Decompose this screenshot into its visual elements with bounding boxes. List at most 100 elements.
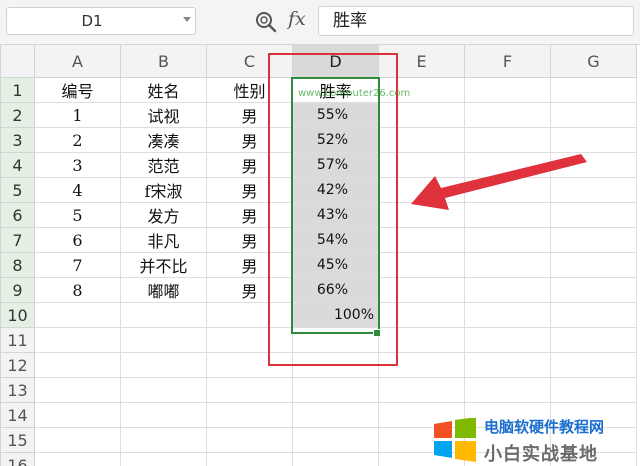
cell[interactable]	[378, 377, 465, 403]
row-header[interactable]: 8	[0, 252, 35, 278]
cell[interactable]	[550, 252, 637, 278]
cell[interactable]	[464, 277, 551, 303]
cell[interactable]	[34, 327, 121, 353]
cell[interactable]	[464, 102, 551, 128]
cell[interactable]	[206, 377, 293, 403]
cell[interactable]	[378, 277, 465, 303]
cell[interactable]	[550, 177, 637, 203]
cell[interactable]	[550, 202, 637, 228]
row-header[interactable]: 1	[0, 77, 35, 103]
cell[interactable]	[378, 102, 465, 128]
row-header[interactable]: 7	[0, 227, 35, 253]
row-header[interactable]: 5	[0, 177, 35, 203]
cell[interactable]	[550, 227, 637, 253]
cell[interactable]	[550, 377, 637, 403]
row-header[interactable]: 10	[0, 302, 35, 328]
column-header-g[interactable]: G	[550, 44, 637, 78]
name-box[interactable]: D1	[6, 7, 196, 35]
chevron-down-icon[interactable]	[183, 17, 191, 22]
row-header[interactable]: 13	[0, 377, 35, 403]
cell[interactable]	[464, 177, 551, 203]
cell-a9[interactable]: 8	[34, 277, 121, 303]
column-header-e[interactable]: E	[378, 44, 465, 78]
select-all-corner[interactable]	[0, 44, 35, 78]
cell-a4[interactable]: 3	[34, 152, 121, 178]
cell[interactable]	[464, 327, 551, 353]
cell[interactable]	[464, 127, 551, 153]
column-header-d[interactable]: D	[292, 44, 379, 78]
cell-b9[interactable]: 嘟嘟	[120, 277, 207, 303]
cell[interactable]	[378, 127, 465, 153]
row-header[interactable]: 4	[0, 152, 35, 178]
column-header-b[interactable]: B	[120, 44, 207, 78]
cell-f1[interactable]	[464, 77, 551, 103]
cell[interactable]	[120, 402, 207, 428]
fill-handle[interactable]	[373, 329, 381, 337]
cell[interactable]	[464, 227, 551, 253]
column-header-f[interactable]: F	[464, 44, 551, 78]
cell[interactable]	[206, 327, 293, 353]
row-header[interactable]: 16	[0, 452, 35, 466]
cell[interactable]	[550, 352, 637, 378]
cell-d5[interactable]: 42%	[292, 177, 379, 203]
cell-d4[interactable]: 57%	[292, 152, 379, 178]
cell[interactable]	[206, 427, 293, 453]
cell-a7[interactable]: 6	[34, 227, 121, 253]
cell[interactable]	[292, 427, 379, 453]
cell[interactable]	[378, 152, 465, 178]
cell-a6[interactable]: 5	[34, 202, 121, 228]
cell[interactable]	[292, 377, 379, 403]
cell[interactable]	[378, 302, 465, 328]
magnifier-icon[interactable]	[254, 10, 278, 34]
row-header[interactable]: 3	[0, 127, 35, 153]
cell[interactable]	[464, 152, 551, 178]
fx-icon[interactable]: fx	[288, 8, 306, 30]
cell-a8[interactable]: 7	[34, 252, 121, 278]
cell-g1[interactable]	[550, 77, 637, 103]
cell[interactable]	[464, 352, 551, 378]
cell[interactable]	[550, 277, 637, 303]
column-header-c[interactable]: C	[206, 44, 293, 78]
cell[interactable]	[206, 452, 293, 466]
cell-d10[interactable]: 100%	[292, 302, 379, 328]
cell-d9[interactable]: 66%	[292, 277, 379, 303]
cell-c7[interactable]: 男	[206, 227, 293, 253]
cell[interactable]	[464, 202, 551, 228]
cell[interactable]	[34, 352, 121, 378]
cell[interactable]	[378, 177, 465, 203]
cell[interactable]	[464, 377, 551, 403]
cell[interactable]	[378, 352, 465, 378]
cell-b4[interactable]: 范范	[120, 152, 207, 178]
cell-a2[interactable]: 1	[34, 102, 121, 128]
cell[interactable]	[550, 102, 637, 128]
cell[interactable]	[34, 402, 121, 428]
row-header[interactable]: 11	[0, 327, 35, 353]
row-header[interactable]: 14	[0, 402, 35, 428]
cell-a1[interactable]: 编号	[34, 77, 121, 103]
cell-b3[interactable]: 凑凑	[120, 127, 207, 153]
formula-input[interactable]: 胜率	[318, 6, 634, 36]
cell-b1[interactable]: 姓名	[120, 77, 207, 103]
cell-b7[interactable]: 非凡	[120, 227, 207, 253]
cell[interactable]	[206, 402, 293, 428]
cell-d3[interactable]: 52%	[292, 127, 379, 153]
row-header[interactable]: 2	[0, 102, 35, 128]
cell[interactable]	[292, 327, 379, 353]
cell-c4[interactable]: 男	[206, 152, 293, 178]
cell[interactable]	[292, 352, 379, 378]
cell[interactable]	[378, 202, 465, 228]
cell[interactable]	[464, 302, 551, 328]
cell[interactable]	[378, 327, 465, 353]
cell-b5[interactable]: f宋淑	[120, 177, 207, 203]
cell-c9[interactable]: 男	[206, 277, 293, 303]
cell[interactable]	[34, 427, 121, 453]
cell-b8[interactable]: 并不比	[120, 252, 207, 278]
row-header[interactable]: 15	[0, 427, 35, 453]
column-header-a[interactable]: A	[34, 44, 121, 78]
cell[interactable]	[378, 252, 465, 278]
cell-c10[interactable]	[206, 302, 293, 328]
row-header[interactable]: 9	[0, 277, 35, 303]
cell[interactable]	[550, 302, 637, 328]
cell[interactable]	[292, 452, 379, 466]
cell[interactable]	[550, 152, 637, 178]
